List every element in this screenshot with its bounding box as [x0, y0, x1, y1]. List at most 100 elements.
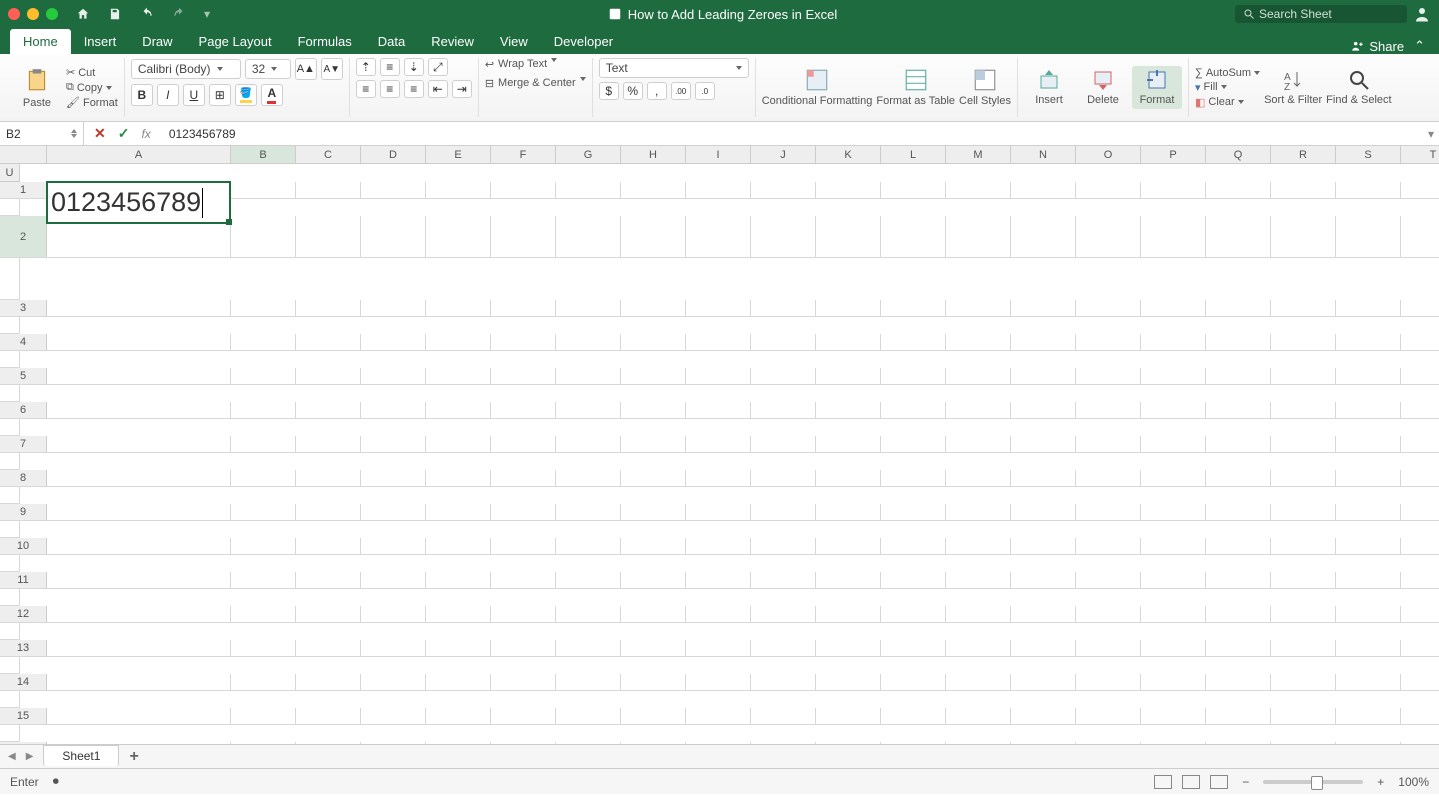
minimize-window-button[interactable] — [27, 8, 39, 20]
cell[interactable] — [686, 334, 751, 351]
zoom-slider[interactable] — [1263, 780, 1363, 784]
cell[interactable] — [621, 538, 686, 555]
cell[interactable] — [751, 708, 816, 725]
collapse-ribbon-icon[interactable]: ⌃ — [1414, 38, 1425, 54]
cell[interactable] — [816, 742, 881, 744]
cancel-formula-button[interactable]: ✕ — [94, 125, 106, 142]
cell[interactable] — [47, 470, 231, 487]
col-header-B[interactable]: B — [231, 146, 296, 164]
cell[interactable] — [1076, 708, 1141, 725]
cell[interactable] — [1076, 674, 1141, 691]
cell[interactable] — [1141, 402, 1206, 419]
col-header-K[interactable]: K — [816, 146, 881, 164]
cell[interactable] — [491, 606, 556, 623]
col-header-A[interactable]: A — [47, 146, 231, 164]
cell[interactable] — [231, 572, 296, 589]
sheet-tab-sheet1[interactable]: Sheet1 — [43, 745, 119, 766]
merge-center-button[interactable]: ⊟Merge & Center — [485, 77, 586, 90]
cell[interactable] — [1076, 436, 1141, 453]
row-header-11[interactable]: 11 — [0, 572, 47, 589]
cell[interactable] — [881, 640, 946, 657]
cell[interactable] — [426, 368, 491, 385]
cell[interactable] — [231, 300, 296, 317]
cell[interactable] — [0, 453, 20, 470]
cell[interactable] — [1141, 742, 1206, 744]
decrease-font-button[interactable]: A▼ — [321, 58, 343, 80]
cell[interactable] — [426, 182, 491, 199]
cell[interactable] — [1271, 640, 1336, 657]
cell[interactable] — [816, 402, 881, 419]
cell[interactable] — [751, 674, 816, 691]
cell[interactable] — [881, 182, 946, 199]
cell[interactable] — [491, 742, 556, 744]
row-header-3[interactable]: 3 — [0, 300, 47, 317]
cell[interactable] — [1011, 572, 1076, 589]
cell[interactable] — [881, 674, 946, 691]
clear-button[interactable]: ◧Clear — [1195, 96, 1260, 109]
cell[interactable] — [1076, 402, 1141, 419]
cell[interactable] — [0, 317, 20, 334]
cell[interactable] — [621, 674, 686, 691]
orientation-button[interactable]: ⤢ — [428, 58, 448, 76]
cell[interactable] — [1401, 470, 1439, 487]
cell[interactable] — [816, 470, 881, 487]
col-header-H[interactable]: H — [621, 146, 686, 164]
cell[interactable] — [491, 216, 556, 258]
cell[interactable] — [751, 572, 816, 589]
cell[interactable] — [47, 538, 231, 555]
search-sheet[interactable] — [1235, 5, 1407, 23]
cell[interactable] — [1011, 334, 1076, 351]
tab-view[interactable]: View — [487, 29, 541, 54]
cell[interactable] — [491, 538, 556, 555]
cell[interactable] — [1206, 334, 1271, 351]
cell[interactable] — [1401, 674, 1439, 691]
align-center-button[interactable]: ≡ — [380, 80, 400, 98]
tab-home[interactable]: Home — [10, 29, 71, 54]
cell[interactable] — [621, 640, 686, 657]
search-input[interactable] — [1259, 7, 1399, 21]
cell[interactable] — [1336, 402, 1401, 419]
cell[interactable] — [1336, 300, 1401, 317]
cell[interactable] — [1076, 470, 1141, 487]
cell[interactable] — [881, 436, 946, 453]
cell[interactable] — [47, 572, 231, 589]
cell[interactable] — [1336, 640, 1401, 657]
cell[interactable] — [1141, 182, 1206, 199]
cell[interactable] — [751, 538, 816, 555]
cell[interactable] — [426, 300, 491, 317]
cell[interactable] — [1271, 216, 1336, 258]
cell[interactable] — [686, 742, 751, 744]
align-middle-button[interactable]: ≡ — [380, 58, 400, 76]
cell[interactable] — [816, 674, 881, 691]
namebox-stepper-icon[interactable] — [71, 129, 77, 138]
cell[interactable] — [946, 742, 1011, 744]
cell[interactable] — [1401, 708, 1439, 725]
cell[interactable] — [0, 657, 20, 674]
align-top-button[interactable]: ⇡ — [356, 58, 376, 76]
cell[interactable] — [816, 606, 881, 623]
cell[interactable] — [621, 436, 686, 453]
cell[interactable] — [1011, 538, 1076, 555]
cell[interactable] — [231, 470, 296, 487]
cell[interactable] — [1011, 606, 1076, 623]
align-bottom-button[interactable]: ⇣ — [404, 58, 424, 76]
cell[interactable] — [1271, 300, 1336, 317]
fill-button[interactable]: ▾Fill — [1195, 81, 1260, 94]
cell[interactable] — [296, 538, 361, 555]
cell[interactable] — [621, 742, 686, 744]
cell[interactable] — [296, 708, 361, 725]
cell[interactable] — [621, 334, 686, 351]
cell[interactable] — [426, 674, 491, 691]
cell[interactable] — [751, 436, 816, 453]
cell[interactable] — [556, 674, 621, 691]
format-as-table-button[interactable]: Format as Table — [876, 67, 955, 107]
cell[interactable] — [686, 402, 751, 419]
cell[interactable] — [1141, 572, 1206, 589]
cell[interactable] — [686, 470, 751, 487]
next-sheet-button[interactable]: ▶ — [26, 751, 34, 762]
add-sheet-button[interactable]: + — [129, 748, 138, 766]
cell[interactable] — [361, 708, 426, 725]
cell[interactable] — [296, 572, 361, 589]
cell[interactable] — [361, 470, 426, 487]
delete-cells-button[interactable]: Delete — [1078, 68, 1128, 106]
